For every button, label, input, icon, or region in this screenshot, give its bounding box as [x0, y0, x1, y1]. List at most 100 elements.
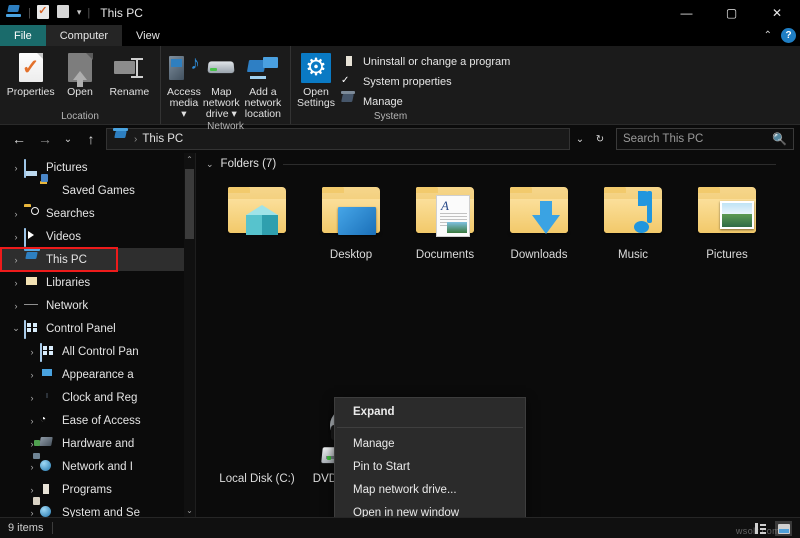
chevron-down-icon[interactable]: ⌄: [206, 159, 214, 170]
scroll-up-icon[interactable]: ⌃: [184, 153, 195, 166]
refresh-button[interactable]: ↻: [590, 127, 610, 151]
this-pc-icon[interactable]: [6, 5, 22, 21]
sidebar-item-network-and-i[interactable]: › Network and I: [0, 455, 195, 478]
file-explorer-window: | ▾ | This PC — ▢ ✕ File Computer View ⌃…: [0, 0, 800, 538]
list-item-label: Downloads: [511, 249, 568, 262]
expander-icon[interactable]: ›: [24, 416, 40, 426]
all-control-panel-icon: [40, 344, 56, 360]
rename-icon: [113, 52, 145, 84]
sidebar-item-label: Network and I: [62, 461, 133, 473]
expander-icon[interactable]: ›: [8, 232, 24, 242]
expander-icon[interactable]: ›: [8, 163, 24, 173]
manage-icon: [341, 94, 357, 110]
list-item[interactable]: A Documents: [398, 181, 492, 285]
up-button[interactable]: ↑: [78, 127, 104, 151]
sidebar-item-ease-of-access[interactable]: ›Ease of Access: [0, 409, 195, 432]
expander-icon[interactable]: ⌄: [8, 323, 24, 334]
search-input[interactable]: Search This PC 🔍: [616, 128, 794, 150]
open-button[interactable]: Open: [55, 50, 104, 98]
expander-icon[interactable]: ›: [24, 485, 40, 495]
manage-button[interactable]: Manage: [341, 93, 510, 110]
sidebar-item-videos[interactable]: ›Videos: [0, 225, 195, 248]
expander-icon[interactable]: ›: [24, 462, 40, 472]
menu-item-map-network-drive[interactable]: Map network drive...: [335, 478, 525, 501]
help-icon[interactable]: ?: [781, 28, 796, 43]
sidebar-item-programs[interactable]: › Programs: [0, 478, 195, 501]
sidebar-item-libraries[interactable]: ›Libraries: [0, 271, 195, 294]
list-item[interactable]: Pictures: [680, 181, 774, 285]
folder-icon[interactable]: [57, 5, 73, 21]
map-network-drive-button[interactable]: Map networkdrive ▾: [201, 50, 242, 120]
recent-locations-button[interactable]: ⌄: [58, 127, 78, 151]
expander-icon[interactable]: ›: [8, 301, 24, 311]
menu-item-label: Pin to Start: [353, 461, 410, 473]
menu-item-manage[interactable]: Manage: [335, 432, 525, 455]
chevron-down-icon[interactable]: ▾: [77, 7, 82, 18]
menu-item-pin-to-start[interactable]: Pin to Start: [335, 455, 525, 478]
sidebar-item-network[interactable]: › Network: [0, 294, 195, 317]
sidebar-item-searches[interactable]: ›Searches: [0, 202, 195, 225]
context-menu: Expand Manage Pin to Start Map network driv…: [334, 397, 526, 517]
folder-3d-objects-icon: [220, 181, 294, 245]
list-item[interactable]: Music: [586, 181, 680, 285]
sidebar-item-system-and-se[interactable]: ›System and Se: [0, 501, 195, 517]
folders-group-header[interactable]: ⌄ Folders (7): [196, 153, 800, 175]
address-bar: ← → ⌄ ↑ › This PC ⌄ ↻ Search This PC 🔍: [0, 125, 800, 153]
content-pane: ⌄ Folders (7) Desktop: [196, 153, 800, 517]
access-media-button[interactable]: ♪ Accessmedia ▾: [167, 50, 201, 120]
address-history-caret-icon[interactable]: ⌄: [570, 127, 590, 151]
sidebar-item-control-panel[interactable]: ⌄Control Panel: [0, 317, 195, 340]
open-label: Open: [67, 87, 93, 98]
sidebar-item-appearance-a[interactable]: ›Appearance a: [0, 363, 195, 386]
forward-button[interactable]: →: [32, 127, 58, 151]
uninstall-or-change-a-program-button[interactable]: Uninstall or change a program: [341, 53, 510, 70]
expander-icon[interactable]: ›: [8, 278, 24, 288]
tab-view[interactable]: View: [122, 25, 174, 46]
sidebar-item-hardware-and[interactable]: ›Hardware and: [0, 432, 195, 455]
rename-button[interactable]: Rename: [105, 50, 154, 98]
expander-icon[interactable]: ›: [24, 347, 40, 357]
search-icon: 🔍: [772, 132, 787, 146]
collapse-ribbon-icon[interactable]: ⌃: [764, 30, 772, 41]
back-button[interactable]: ←: [6, 127, 32, 151]
expander-icon[interactable]: ›: [8, 209, 24, 219]
breadcrumb-this-pc[interactable]: This PC: [142, 133, 183, 145]
sidebar-item-saved-games[interactable]: Saved Games: [0, 179, 195, 202]
maximize-button[interactable]: ▢: [709, 0, 754, 25]
menu-item-expand[interactable]: Expand: [335, 400, 525, 423]
list-item[interactable]: [210, 181, 304, 285]
tab-computer[interactable]: Computer: [46, 25, 122, 46]
list-item[interactable]: Local Disk (C:): [210, 405, 304, 509]
properties-button[interactable]: Properties: [6, 50, 55, 98]
open-settings-button[interactable]: OpenSettings: [297, 50, 335, 109]
sidebar-item-label: Network: [46, 300, 88, 312]
sidebar-item-label: Programs: [62, 484, 112, 496]
system-security-icon: [40, 505, 56, 518]
sidebar-item-all-control-pan[interactable]: ›All Control Pan: [0, 340, 195, 363]
photo-overlay: [720, 201, 754, 229]
list-item[interactable]: Downloads: [492, 181, 586, 285]
sidebar-scrollbar[interactable]: ⌃ ⌄: [184, 153, 195, 517]
qat-divider-2: |: [87, 7, 90, 19]
explorer-body: ›PicturesSaved Games›Searches›Videos›Thi…: [0, 153, 800, 517]
menu-item-open-in-new-window[interactable]: Open in new window: [335, 501, 525, 517]
scrollbar-thumb[interactable]: [185, 169, 194, 239]
scroll-down-icon[interactable]: ⌄: [184, 504, 195, 517]
expander-icon[interactable]: ›: [24, 393, 40, 403]
access-media-label2: media ▾: [170, 97, 199, 120]
add-network-location-button[interactable]: Add a networklocation: [242, 50, 284, 120]
sidebar-item-pictures[interactable]: ›Pictures: [0, 156, 195, 179]
close-button[interactable]: ✕: [754, 0, 800, 25]
list-item[interactable]: Desktop: [304, 181, 398, 285]
system-properties-button[interactable]: System properties: [341, 73, 510, 90]
minimize-button[interactable]: —: [664, 0, 709, 25]
sidebar-item-clock-and-reg[interactable]: ›Clock and Reg: [0, 386, 195, 409]
tab-file[interactable]: File: [0, 25, 46, 46]
title-bar: | ▾ | This PC — ▢ ✕: [0, 0, 800, 25]
expander-icon[interactable]: ›: [24, 370, 40, 380]
folder-music-icon: [596, 181, 670, 245]
hard-drive-icon: [220, 405, 294, 469]
expander-icon[interactable]: ›: [24, 508, 40, 518]
properties-icon[interactable]: [37, 5, 53, 21]
list-item-label: Music: [618, 249, 648, 262]
